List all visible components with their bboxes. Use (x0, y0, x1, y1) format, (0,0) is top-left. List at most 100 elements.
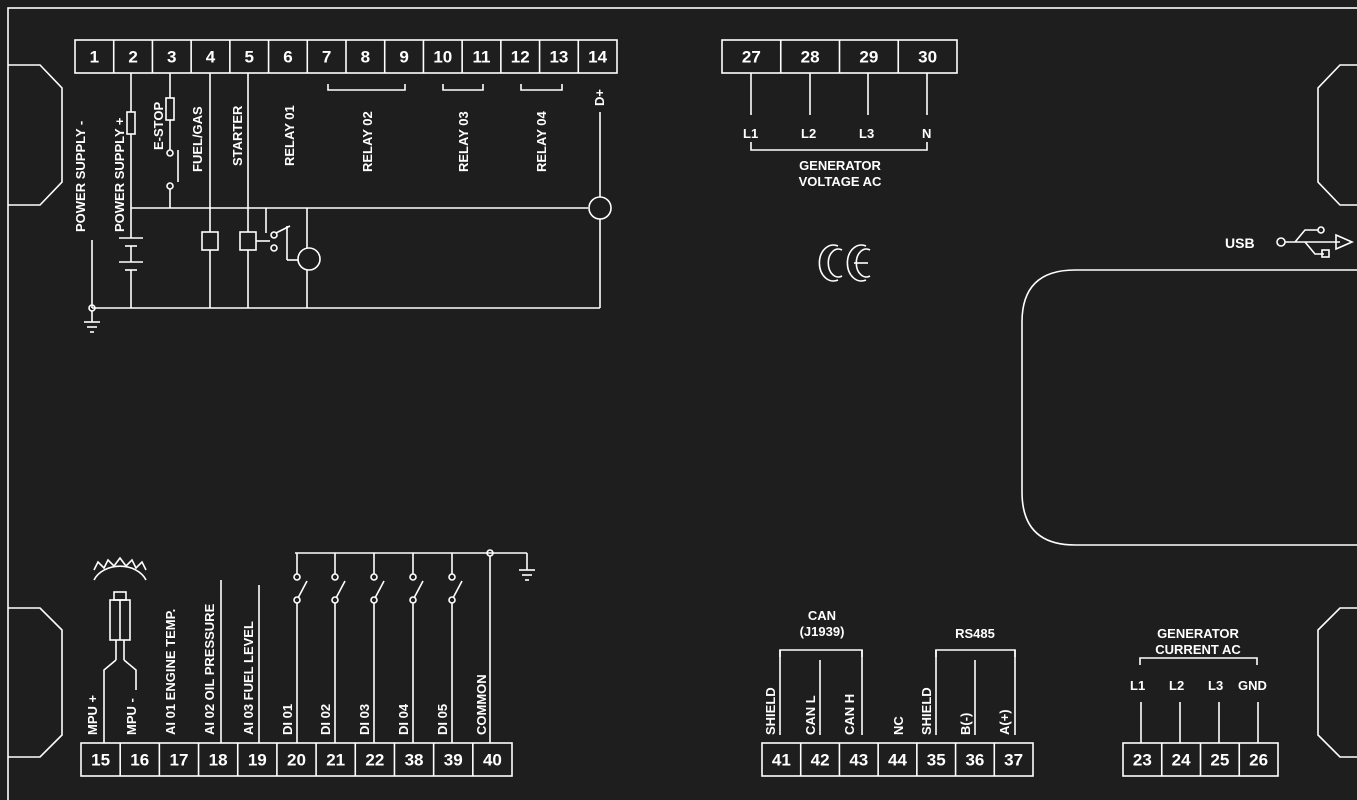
label-relay04: RELAY 04 (534, 111, 549, 172)
terminal-number-23: 23 (1133, 751, 1152, 770)
label-fuel-gas: FUEL/GAS (190, 106, 205, 172)
terminal-number-24: 24 (1172, 751, 1191, 770)
label-can-h: CAN H (842, 694, 857, 735)
label-mpu-plus: MPU + (85, 695, 100, 736)
rs485-title: RS485 (955, 626, 995, 641)
terminal-number-7: 7 (322, 48, 331, 67)
label-relay01: RELAY 01 (282, 105, 297, 166)
terminal-number-3: 3 (167, 48, 176, 67)
gc-l1: L1 (1130, 678, 1145, 693)
label-relay02: RELAY 02 (360, 111, 375, 172)
label-di05: DI 05 (435, 704, 450, 735)
gv-l2: L2 (801, 126, 816, 141)
label-di04: DI 04 (396, 703, 411, 735)
label-relay03: RELAY 03 (456, 111, 471, 172)
relay03-bracket (442, 84, 484, 91)
label-shield-35: SHIELD (919, 687, 934, 735)
label-mpu-minus: MPU - (124, 698, 139, 735)
gv-n: N (922, 126, 931, 141)
di-switch-4 (409, 553, 424, 743)
terminal-strip-top-left: 1 2 3 4 5 6 7 8 9 10 11 12 13 14 (74, 39, 618, 74)
terminal-number-35: 35 (927, 751, 946, 770)
terminal-strip-generator-current: 23 24 25 26 (1122, 742, 1279, 777)
mount-notch-top-right (1317, 64, 1357, 206)
terminal-number-21: 21 (326, 751, 345, 770)
terminal-number-22: 22 (365, 751, 384, 770)
label-shield-41: SHIELD (763, 687, 778, 735)
gv-title-line1: GENERATOR (799, 158, 881, 173)
wiring-diagram: 1 2 3 4 5 6 7 8 9 10 11 12 13 14 POWER SUPPLY - POWER… (7, 7, 1357, 800)
gv-l1: L1 (743, 126, 758, 141)
gv-l3: L3 (859, 126, 874, 141)
terminal-number-13: 13 (549, 48, 568, 67)
gv-title-line2: VOLTAGE AC (799, 174, 882, 189)
label-d-plus: D+ (592, 89, 607, 106)
terminal-number-11: 11 (473, 48, 491, 67)
relay04-bracket (520, 84, 563, 91)
can-subtitle: (J1939) (800, 624, 845, 639)
mount-notch-bottom-right (1317, 607, 1357, 758)
label-di02: DI 02 (318, 704, 333, 735)
terminal-number-36: 36 (965, 751, 984, 770)
terminal-strip-generator-voltage: 27 28 29 30 (721, 39, 958, 74)
can-title: CAN (808, 608, 836, 623)
label-di01: DI 01 (280, 704, 295, 735)
gc-title-line1: GENERATOR (1157, 626, 1239, 641)
label-e-stop: E-STOP (151, 102, 166, 150)
label-a-plus: A(+) (997, 709, 1012, 735)
terminal-number-43: 43 (849, 751, 868, 770)
terminal-number-2: 2 (128, 48, 137, 67)
relay02-bracket (327, 84, 406, 91)
terminal-number-15: 15 (91, 751, 110, 770)
terminal-number-27: 27 (742, 48, 761, 67)
terminal-number-44: 44 (888, 751, 907, 770)
generator-current-wiring (1140, 702, 1259, 743)
label-power-supply-minus: POWER SUPPLY - (73, 121, 88, 232)
gc-l3: L3 (1208, 678, 1223, 693)
di-switch-1 (293, 553, 308, 743)
label-common: COMMON (474, 674, 489, 735)
terminal-number-4: 4 (206, 48, 216, 67)
ce-mark-icon (818, 244, 871, 282)
terminal-number-40: 40 (483, 751, 502, 770)
terminal-number-19: 19 (248, 751, 267, 770)
terminal-number-39: 39 (444, 751, 463, 770)
terminal-number-18: 18 (209, 751, 228, 770)
mount-notch-top-left (8, 64, 63, 206)
terminal-number-30: 30 (918, 48, 937, 67)
terminal-number-25: 25 (1210, 751, 1229, 770)
label-power-supply-plus: POWER SUPPLY + (112, 117, 127, 232)
label-ai03: AI 03 FUEL LEVEL (241, 621, 256, 735)
terminal-number-12: 12 (511, 48, 530, 67)
usb-label: USB (1225, 235, 1255, 251)
bottom-left-wiring (93, 549, 535, 743)
wiring-diagram-panel: 1 2 3 4 5 6 7 8 9 10 11 12 13 14 POWER SUPPLY - POWER… (0, 0, 1357, 800)
label-starter: STARTER (230, 105, 245, 166)
terminal-strip-bottom-left: 15 16 17 18 19 20 21 22 38 39 40 (80, 742, 513, 777)
terminal-number-9: 9 (399, 48, 408, 67)
generator-voltage-wiring (750, 73, 928, 151)
terminal-number-41: 41 (772, 751, 791, 770)
terminal-number-29: 29 (859, 48, 878, 67)
label-can-l: CAN L (803, 695, 818, 735)
di-switch-3 (370, 553, 385, 743)
gc-l2: L2 (1169, 678, 1184, 693)
gc-bracket (1139, 657, 1258, 665)
terminal-number-1: 1 (90, 48, 99, 67)
terminal-number-16: 16 (130, 751, 149, 770)
label-ai02: AI 02 OIL PRESSURE (202, 603, 217, 735)
terminal-number-10: 10 (433, 48, 452, 67)
terminal-number-38: 38 (405, 751, 424, 770)
terminal-strip-can-rs485: 41 42 43 44 35 36 37 (761, 742, 1034, 777)
label-b-minus: B(-) (958, 713, 973, 735)
usb-icon (1276, 226, 1354, 258)
gc-gnd: GND (1238, 678, 1267, 693)
terminal-number-42: 42 (811, 751, 830, 770)
terminal-number-17: 17 (169, 751, 188, 770)
terminal-number-8: 8 (361, 48, 370, 67)
di-switch-2 (331, 553, 346, 743)
label-di03: DI 03 (357, 704, 372, 735)
terminal-number-28: 28 (801, 48, 820, 67)
di-switch-5 (448, 553, 463, 743)
terminal-number-5: 5 (244, 48, 253, 67)
